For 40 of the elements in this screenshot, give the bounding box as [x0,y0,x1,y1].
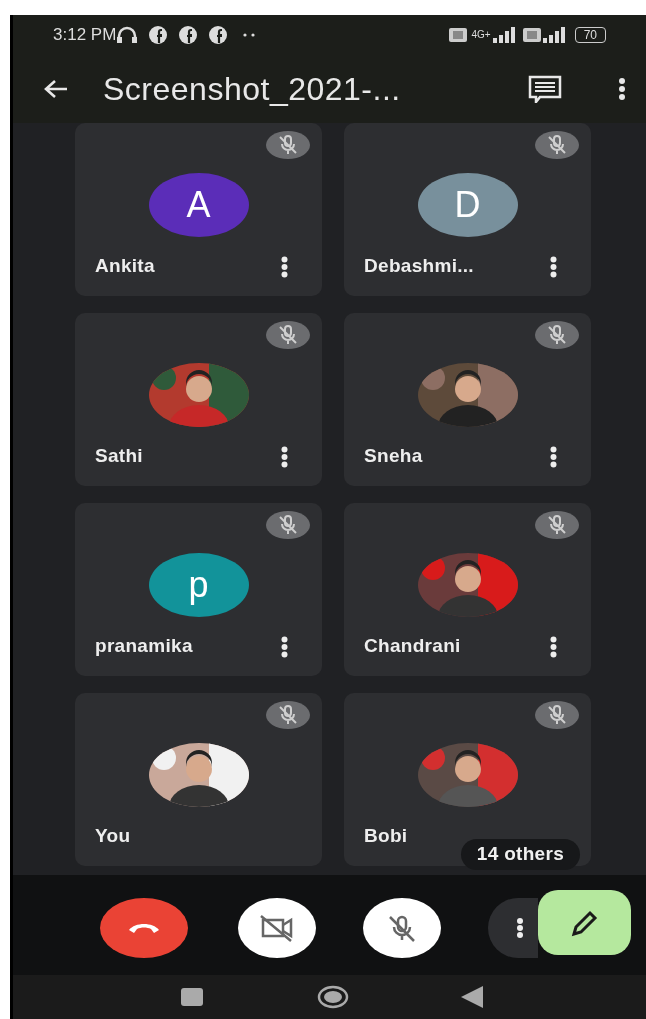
more-notifications-icon [242,32,257,38]
more-options-icon[interactable] [281,636,288,658]
camera-off-icon[interactable] [259,914,295,942]
sim-icon [522,28,541,42]
back-nav-icon[interactable] [461,986,483,1008]
others-chip[interactable]: 14 others [460,839,580,870]
more-options-icon[interactable] [281,256,288,278]
avatar: p [148,553,249,617]
signal-icon [540,27,567,43]
participant-name: You [95,823,131,848]
avatar: D [417,173,518,237]
more-options-icon[interactable] [550,636,557,658]
more-options-button[interactable] [488,898,538,958]
participant-name: Bobi [364,823,408,848]
facebook-icon [208,25,229,45]
file-title: Screenshot_2021-... [103,70,401,109]
more-icon[interactable] [618,77,626,101]
avatar: A [148,173,249,237]
chat-icon[interactable] [528,75,562,103]
network-type: 4G+ [471,30,491,40]
home-icon[interactable] [317,985,349,1009]
facebook-icon [148,25,169,45]
back-icon[interactable] [43,78,69,100]
participant-name: Chandrani [364,633,461,658]
status-time: 3:12 PM [53,24,117,47]
participant-name: Sathi [95,443,143,468]
facebook-icon [178,25,199,45]
battery-level: 70 [574,27,606,43]
participant-name: Sneha [364,443,423,468]
more-icon[interactable] [516,917,524,939]
more-options-icon[interactable] [550,446,557,468]
edit-button[interactable] [538,890,631,955]
participant-name: pranamika [95,633,193,658]
headphones-icon [116,25,139,45]
signal-icon [490,27,517,43]
more-options-icon[interactable] [550,256,557,278]
sim-icon [449,28,468,42]
participant-name: Ankita [95,253,155,278]
participant-name: Debashmi... [364,253,474,278]
more-options-icon[interactable] [281,446,288,468]
